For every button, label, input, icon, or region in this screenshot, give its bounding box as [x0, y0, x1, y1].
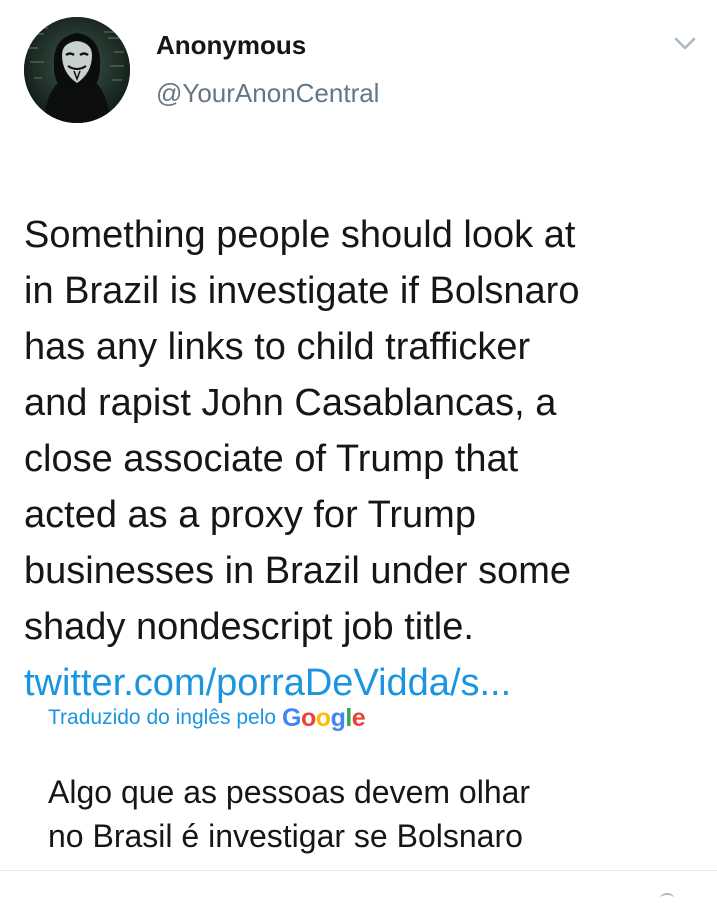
avatar[interactable]: [24, 17, 130, 123]
translation-attribution[interactable]: Traduzido do inglês pelo Google: [48, 700, 366, 736]
google-letter: g: [330, 703, 346, 732]
user-handle[interactable]: @YourAnonCentral: [156, 78, 379, 109]
tweet-text: Something people should look at in Brazi…: [24, 214, 580, 648]
translation-label: Traduzido do inglês pelo: [48, 706, 277, 729]
chevron-down-icon: [674, 37, 696, 50]
tweet-card: Anonymous @YourAnonCentral Something peo…: [0, 0, 717, 901]
display-name[interactable]: Anonymous: [156, 30, 306, 61]
google-letter: o: [301, 703, 316, 732]
partial-icon: [660, 893, 674, 903]
google-letter: e: [351, 703, 366, 732]
translated-text: Algo que as pessoas devem olhar no Brasi…: [48, 774, 531, 854]
tweet-body: Something people should look at in Brazi…: [24, 151, 704, 767]
google-logo: Google: [282, 703, 366, 733]
divider: [0, 870, 717, 871]
google-letter: o: [315, 703, 331, 732]
google-letter: G: [282, 703, 301, 732]
anonymous-mask-avatar-icon: [24, 17, 130, 123]
tweet-menu-button[interactable]: [674, 36, 696, 52]
